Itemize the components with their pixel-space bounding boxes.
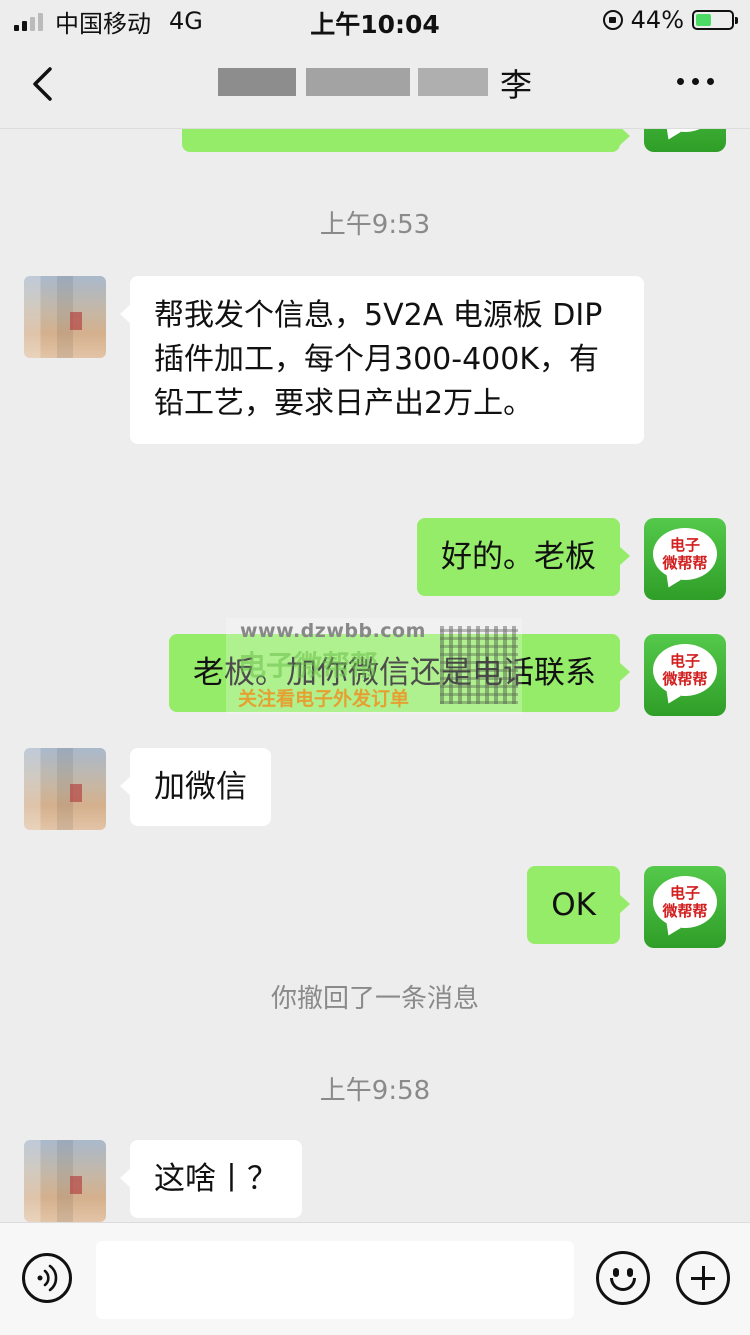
battery-percent: 44%	[630, 6, 684, 34]
chat-header: 李	[0, 40, 750, 129]
own-avatar[interactable]	[644, 128, 726, 152]
own-avatar[interactable]: 电子 微帮帮	[644, 866, 726, 948]
timestamp: 上午9:58	[319, 1076, 431, 1106]
message-bubble-partial[interactable]	[182, 128, 630, 152]
recall-notice: 你撤回了一条消息	[270, 984, 479, 1014]
message-bubble-outgoing[interactable]: OK	[527, 866, 630, 944]
contact-avatar[interactable]	[24, 1140, 106, 1222]
message-text: 这啥丨？	[154, 1161, 278, 1197]
timestamp: 上午9:53	[319, 210, 431, 240]
contact-avatar[interactable]	[24, 276, 106, 358]
back-chevron-icon[interactable]	[30, 66, 56, 102]
battery-icon	[692, 10, 738, 30]
voice-icon[interactable]	[22, 1253, 72, 1303]
message-bubble-incoming[interactable]: 加微信	[120, 748, 271, 826]
own-avatar[interactable]: 电子 微帮帮	[644, 634, 726, 716]
contact-avatar[interactable]	[24, 748, 106, 830]
own-avatar-line2: 微帮帮	[662, 554, 708, 572]
own-avatar[interactable]: 电子 微帮帮	[644, 518, 726, 600]
chat-title-visible-char: 李	[499, 66, 532, 104]
redacted-title-part	[418, 68, 488, 96]
message-text: 帮我发个信息，5V2A 电源板 DIP 插件加工，每个月300-400K，有铅工…	[154, 298, 603, 421]
redacted-title	[218, 68, 296, 96]
watermark-url: www.dzwbb.com	[240, 620, 426, 642]
message-text: OK	[551, 887, 596, 923]
chat-title: 李	[210, 60, 540, 104]
status-right: 44%	[602, 6, 738, 34]
message-input[interactable]	[96, 1241, 574, 1319]
own-avatar-line2: 微帮帮	[662, 670, 708, 688]
watermark-subtitle: 关注看电子外发订单	[238, 688, 410, 710]
more-dots-icon[interactable]	[677, 78, 714, 85]
plus-icon[interactable]	[676, 1251, 730, 1305]
message-list[interactable]: 上午9:53 帮我发个信息，5V2A 电源板 DIP 插件加工，每个月300-4…	[0, 128, 750, 1222]
watermark-brand: 电子微帮帮	[238, 649, 379, 682]
emoji-icon[interactable]	[596, 1251, 650, 1305]
rotation-lock-icon	[602, 10, 623, 30]
status-bar: 中国移动 4G 上午10:04 44%	[0, 0, 750, 40]
message-bubble-outgoing[interactable]: 好的。老板	[417, 518, 630, 596]
message-bubble-incoming[interactable]: 这啥丨？	[120, 1140, 302, 1218]
redacted-title-part	[306, 68, 410, 96]
message-text: 加微信	[154, 769, 247, 805]
watermark-overlay: www.dzwbb.com 电子微帮帮 关注看电子外发订单	[226, 618, 522, 714]
message-bubble-incoming[interactable]: 帮我发个信息，5V2A 电源板 DIP 插件加工，每个月300-400K，有铅工…	[120, 276, 644, 444]
input-bar	[0, 1222, 750, 1335]
message-text: 好的。老板	[441, 539, 596, 575]
qr-code-icon	[440, 626, 518, 704]
own-avatar-line2: 微帮帮	[662, 902, 708, 920]
